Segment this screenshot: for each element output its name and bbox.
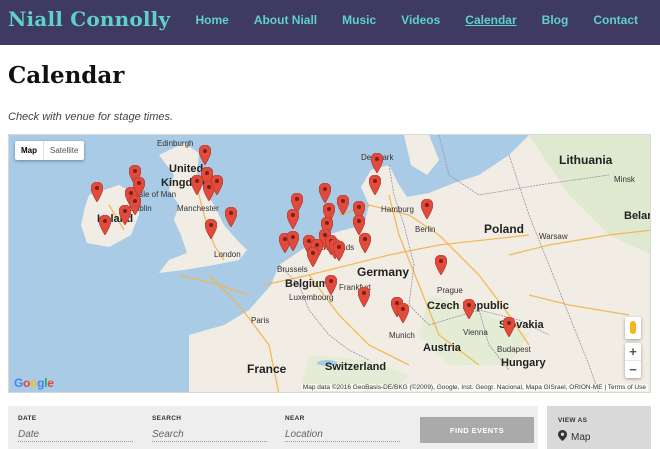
label-berlin: Berlin xyxy=(415,225,436,234)
label-manchester: Manchester xyxy=(177,204,219,213)
view-as-label: VIEW AS xyxy=(558,417,588,424)
view-as-selector[interactable]: VIEW AS Map xyxy=(547,406,651,449)
label-hungary: Hungary xyxy=(501,357,546,369)
label-munich: Munich xyxy=(389,331,415,340)
nav-about-niall[interactable]: About Niall xyxy=(254,13,317,27)
google-logo: Google xyxy=(14,376,54,390)
event-filter-bar: DATE SEARCH NEAR FIND EVENTS xyxy=(8,406,538,449)
label-belgium: Belgium xyxy=(285,278,329,290)
event-marker-icon[interactable] xyxy=(333,241,345,261)
find-events-button[interactable]: FIND EVENTS xyxy=(420,417,534,443)
event-marker-icon[interactable] xyxy=(319,183,331,203)
page-subtitle: Check with venue for stage times. xyxy=(8,111,174,123)
location-input[interactable] xyxy=(285,427,400,442)
label-brussels: Brussels xyxy=(277,265,308,274)
label-switzerland: Switzerland xyxy=(325,361,387,373)
event-marker-icon[interactable] xyxy=(369,175,381,195)
event-marker-icon[interactable] xyxy=(199,145,211,165)
label-london: London xyxy=(214,250,241,259)
event-marker-icon[interactable] xyxy=(205,219,217,239)
map-attribution[interactable]: Map data ©2016 GeoBasis-DE/BKG (©2009), … xyxy=(300,384,648,391)
date-input[interactable] xyxy=(18,427,133,442)
label-lithuania: Lithuania xyxy=(559,153,613,167)
event-marker-icon[interactable] xyxy=(353,215,365,235)
nav-contact[interactable]: Contact xyxy=(593,13,638,27)
page-title: Calendar xyxy=(8,62,125,89)
label-edinburgh: Edinburgh xyxy=(157,139,194,148)
nav-calendar[interactable]: Calendar xyxy=(465,13,516,27)
nav-videos[interactable]: Videos xyxy=(401,13,440,27)
label-warsaw: Warsaw xyxy=(539,232,568,241)
map-pin-icon xyxy=(558,430,567,441)
site-header: Niall Connolly Home About Niall Music Vi… xyxy=(0,0,660,45)
pegman-icon[interactable] xyxy=(625,317,641,339)
event-marker-icon[interactable] xyxy=(287,209,299,229)
event-marker-icon[interactable] xyxy=(371,153,383,173)
view-as-value[interactable]: Map xyxy=(558,430,590,443)
main-nav: Home About Niall Music Videos Calendar B… xyxy=(170,13,638,27)
site-title[interactable]: Niall Connolly xyxy=(8,7,170,31)
event-marker-icon[interactable] xyxy=(119,205,131,225)
event-marker-icon[interactable] xyxy=(287,231,299,251)
date-label: DATE xyxy=(18,415,37,422)
event-marker-icon[interactable] xyxy=(211,175,223,195)
near-filter: NEAR xyxy=(285,415,400,442)
search-label: SEARCH xyxy=(152,415,182,422)
event-marker-icon[interactable] xyxy=(397,303,409,323)
zoom-out-button[interactable]: − xyxy=(625,361,641,378)
nav-home[interactable]: Home xyxy=(195,13,228,27)
label-austria: Austria xyxy=(423,342,461,354)
event-marker-icon[interactable] xyxy=(91,182,103,202)
label-budapest: Budapest xyxy=(497,345,531,354)
google-logo-text: Google xyxy=(14,376,54,390)
map-type-map-button[interactable]: Map xyxy=(15,141,44,160)
search-filter: SEARCH xyxy=(152,415,267,442)
near-label: NEAR xyxy=(285,415,305,422)
nav-music[interactable]: Music xyxy=(342,13,376,27)
event-marker-icon[interactable] xyxy=(358,287,370,307)
event-map[interactable]: Denmark Lithuania Minsk Edinburgh United… xyxy=(8,134,651,393)
label-minsk: Minsk xyxy=(614,175,635,184)
event-marker-icon[interactable] xyxy=(133,177,145,197)
event-marker-icon[interactable] xyxy=(225,207,237,227)
event-marker-icon[interactable] xyxy=(463,299,475,319)
label-hamburg: Hamburg xyxy=(381,205,414,214)
nav-blog[interactable]: Blog xyxy=(542,13,569,27)
view-as-map-text: Map xyxy=(571,432,591,443)
zoom-in-button[interactable]: + xyxy=(625,343,641,361)
label-france: France xyxy=(247,362,287,376)
event-marker-icon[interactable] xyxy=(503,317,515,337)
date-filter: DATE xyxy=(18,415,133,442)
label-paris: Paris xyxy=(251,316,270,325)
event-marker-icon[interactable] xyxy=(325,275,337,295)
label-vienna: Vienna xyxy=(463,328,488,337)
label-prague: Prague xyxy=(437,286,463,295)
label-poland: Poland xyxy=(484,222,525,236)
event-marker-icon[interactable] xyxy=(359,233,371,253)
map-background xyxy=(9,135,650,392)
event-marker-icon[interactable] xyxy=(421,199,433,219)
label-belarus: Belarus xyxy=(624,210,651,222)
event-marker-icon[interactable] xyxy=(99,215,111,235)
search-input[interactable] xyxy=(152,427,267,442)
map-type-satellite-button[interactable]: Satellite xyxy=(44,141,84,160)
label-germany: Germany xyxy=(357,265,410,279)
event-marker-icon[interactable] xyxy=(307,247,319,267)
event-marker-icon[interactable] xyxy=(337,195,349,215)
zoom-control: + − xyxy=(625,343,641,378)
event-marker-icon[interactable] xyxy=(435,255,447,275)
map-type-control: Map Satellite xyxy=(15,141,85,160)
